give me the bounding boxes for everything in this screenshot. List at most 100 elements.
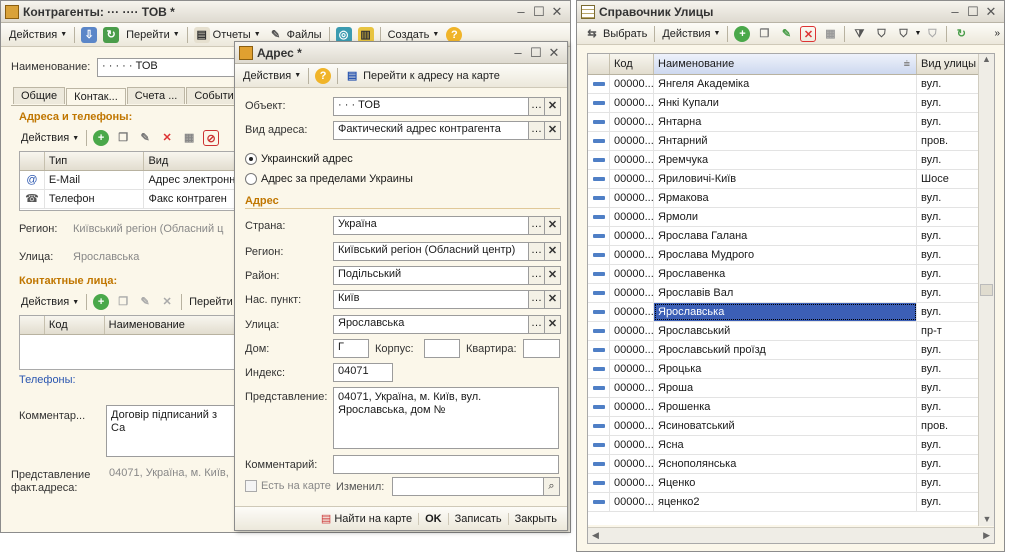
table-row[interactable]: 00000... Янтарна вул.: [588, 113, 979, 132]
filter-icon[interactable]: ⛉: [873, 26, 889, 42]
region-select-button[interactable]: …: [528, 242, 545, 261]
district-select-button[interactable]: …: [528, 266, 545, 285]
select-button[interactable]: Выбрать: [603, 24, 651, 44]
tab-accounts[interactable]: Счета ...: [126, 87, 186, 104]
table-row[interactable]: 00000... Ярославів Вал вул.: [588, 284, 979, 303]
country-select-button[interactable]: …: [528, 216, 545, 235]
column-header-kind[interactable]: Вид улицы: [917, 54, 979, 74]
column-header-code[interactable]: Код: [610, 54, 654, 74]
delete-icon[interactable]: ✕: [159, 294, 175, 310]
table-row[interactable]: 00000... Яроша вул.: [588, 379, 979, 398]
table-row[interactable]: 00000... Ярослава Галана вул.: [588, 227, 979, 246]
table-row[interactable]: 00000... Яриловичі-Київ Шосе: [588, 170, 979, 189]
table-row[interactable]: 00000... Ярославський проїзд вул.: [588, 341, 979, 360]
minimize-button[interactable]: –: [509, 45, 527, 60]
close-button[interactable]: ✕: [982, 4, 1000, 20]
actions-menu[interactable]: Действия ▼: [239, 66, 305, 86]
column-header-type[interactable]: Тип: [45, 152, 145, 170]
table-row[interactable]: 00000... Ярославський пр-т: [588, 322, 979, 341]
copy-icon[interactable]: ❐: [115, 130, 131, 146]
index-field[interactable]: 04071: [333, 363, 393, 382]
radio-ukrainian-address[interactable]: Украинский адрес: [245, 153, 353, 165]
table-row[interactable]: @ E-Mail Адрес электронн: [20, 171, 237, 190]
find-on-map-button[interactable]: ▤ Найти на карте: [315, 512, 418, 525]
maximize-button[interactable]: ☐: [964, 4, 982, 20]
region-clear-button[interactable]: ✕: [544, 242, 561, 261]
comment-field[interactable]: [333, 455, 559, 474]
actions-menu[interactable]: Действия ▼: [658, 24, 724, 44]
maximize-button[interactable]: ☐: [527, 45, 545, 61]
address-type-select-button[interactable]: …: [528, 121, 545, 140]
phones-link[interactable]: Телефоны:: [19, 374, 76, 386]
table-row[interactable]: 00000... Ясиноватський пров.: [588, 417, 979, 436]
save-icon[interactable]: ▦: [181, 130, 197, 146]
comment-field[interactable]: Договір підписаний з Са: [106, 405, 238, 457]
add-icon[interactable]: +: [93, 294, 110, 310]
radio-foreign-address[interactable]: Адрес за пределами Украины: [245, 173, 413, 185]
goto-menu[interactable]: Перейти ▼: [122, 25, 184, 45]
close-button[interactable]: ✕: [545, 45, 563, 61]
minimize-button[interactable]: –: [946, 4, 964, 19]
tab-general[interactable]: Общие: [13, 87, 66, 104]
object-select-button[interactable]: …: [528, 97, 545, 116]
persons-goto-button[interactable]: Перейти: [185, 292, 237, 312]
table-row[interactable]: 00000... Янгеля Академіка вул.: [588, 75, 979, 94]
table-row[interactable]: 00000... Яроцька вул.: [588, 360, 979, 379]
table-row[interactable]: 00000... Ясна вул.: [588, 436, 979, 455]
address-titlebar[interactable]: Адрес * – ☐ ✕: [235, 42, 567, 64]
table-row[interactable]: ☎ Телефон Факс контраген: [20, 190, 237, 209]
streets-titlebar[interactable]: Справочник Улицы – ☐ ✕: [577, 1, 1004, 23]
table-row[interactable]: 00000... Яснополянська вул.: [588, 455, 979, 474]
changed-field[interactable]: [392, 477, 544, 496]
table-row[interactable]: 00000... Ярмоли вул.: [588, 208, 979, 227]
persons-actions-menu[interactable]: Действия ▼: [17, 292, 83, 312]
clear-filter-icon[interactable]: ⛉: [924, 26, 940, 42]
table-row[interactable]: 00000... Янкі Купали вул.: [588, 94, 979, 113]
filter-settings-icon[interactable]: ⧩: [851, 26, 867, 42]
edit-icon[interactable]: ✎: [778, 26, 794, 42]
address-type-field[interactable]: Фактический адрес контрагента: [333, 121, 529, 140]
flat-field[interactable]: [523, 339, 560, 358]
copy-icon[interactable]: ❐: [756, 26, 772, 42]
scroll-thumb[interactable]: [980, 284, 993, 296]
ok-button[interactable]: OK: [418, 512, 448, 525]
scroll-down-icon[interactable]: ▼: [979, 514, 994, 524]
korpus-field[interactable]: [424, 339, 460, 358]
scroll-right-icon[interactable]: ▶: [983, 530, 990, 541]
close-window-button[interactable]: Закрыть: [507, 512, 563, 525]
district-clear-button[interactable]: ✕: [544, 266, 561, 285]
table-row[interactable]: 00000... яценко2 вул.: [588, 493, 979, 512]
table-row-selected[interactable]: 00000... Ярославська вул.: [588, 303, 979, 322]
table-row[interactable]: 00000... Янтарний пров.: [588, 132, 979, 151]
city-clear-button[interactable]: ✕: [544, 290, 561, 309]
address-type-clear-button[interactable]: ✕: [544, 121, 561, 140]
city-field[interactable]: Київ: [333, 290, 529, 309]
column-header-kind[interactable]: Вид: [144, 152, 237, 170]
vertical-scrollbar[interactable]: ▲ ▼: [978, 54, 994, 526]
addresses-actions-menu[interactable]: Действия ▼: [17, 128, 83, 148]
house-field[interactable]: Г: [333, 339, 369, 358]
table-row[interactable]: 00000... Яценко вул.: [588, 474, 979, 493]
street-select-button[interactable]: …: [528, 315, 545, 334]
search-icon[interactable]: ⌕: [543, 477, 560, 496]
street-field[interactable]: Ярославська: [333, 315, 529, 334]
horizontal-scrollbar[interactable]: ◀ ▶: [588, 527, 994, 543]
add-icon[interactable]: +: [734, 25, 751, 42]
table-row[interactable]: 00000... Ярославенка вул.: [588, 265, 979, 284]
tab-contacts[interactable]: Контак...: [66, 88, 126, 105]
on-map-checkbox[interactable]: Есть на карте: [245, 480, 331, 492]
table-row[interactable]: 00000... Ярошенка вул.: [588, 398, 979, 417]
column-header-name[interactable]: Наименование: [105, 316, 237, 334]
filter-dropdown-icon[interactable]: ⛉: [895, 26, 911, 42]
region-field[interactable]: Київський регіон (Обласний центр): [333, 242, 529, 261]
help-icon[interactable]: ?: [315, 67, 332, 84]
copy-icon[interactable]: ❐: [115, 294, 131, 310]
object-clear-button[interactable]: ✕: [544, 97, 561, 116]
counterparty-titlebar[interactable]: Контрагенты: ··· ···· ТОВ * – ☐ ✕: [1, 1, 570, 23]
street-clear-button[interactable]: ✕: [544, 315, 561, 334]
country-field[interactable]: Україна: [333, 216, 529, 235]
table-row[interactable]: 00000... Ярослава Мудрого вул.: [588, 246, 979, 265]
more-icon[interactable]: »: [994, 28, 1000, 39]
goto-map-button[interactable]: Перейти к адресу на карте: [363, 66, 504, 86]
scroll-left-icon[interactable]: ◀: [592, 530, 599, 541]
